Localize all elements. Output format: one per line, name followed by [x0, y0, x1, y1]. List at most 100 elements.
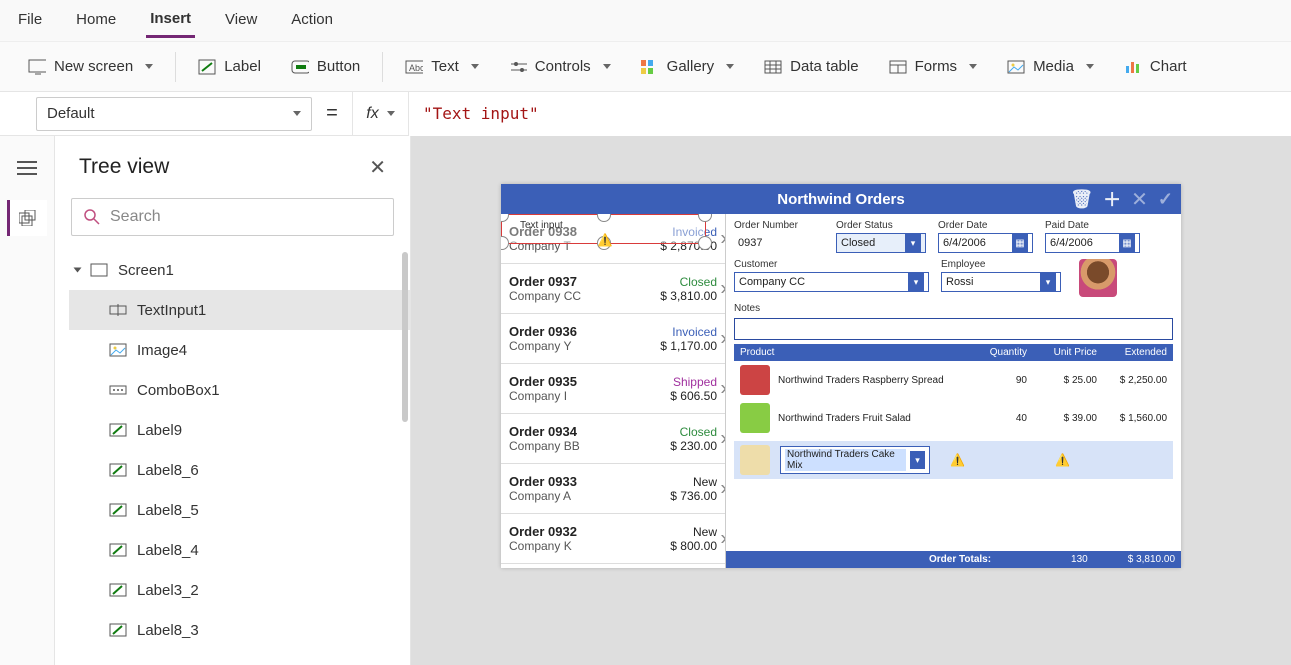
fx-button[interactable]: fx	[352, 92, 408, 136]
order-totals-bar: Order Totals: 130 $ 3,810.00	[726, 551, 1181, 568]
tree-item-label: Label8_4	[137, 542, 199, 559]
text-button[interactable]: Abc Text	[391, 52, 493, 82]
menu-insert[interactable]: Insert	[146, 4, 195, 38]
trash-icon[interactable]: 🗑	[1070, 189, 1093, 210]
resize-handle[interactable]	[501, 214, 509, 222]
tree-item-label8-6[interactable]: Label8_6	[69, 450, 410, 490]
button-button[interactable]: Button	[277, 52, 374, 82]
customer-dropdown[interactable]: Company CC▾	[734, 272, 929, 292]
controls-button[interactable]: Controls	[495, 52, 625, 82]
order-number-label: Order Number	[734, 220, 824, 231]
totals-label: Order Totals:	[929, 554, 991, 565]
employee-label: Employee	[941, 259, 1061, 270]
left-rail	[0, 136, 55, 665]
product-row[interactable]: Northwind Traders Fruit Salad 40 $ 39.00…	[734, 399, 1173, 437]
product-qty: 90	[967, 375, 1027, 386]
tree-item-label8-3[interactable]: Label8_3	[69, 610, 410, 650]
chevron-down-icon	[1086, 64, 1094, 69]
app-title: Northwind Orders	[777, 191, 905, 208]
order-company: Company A	[509, 489, 577, 503]
totals-qty: 130	[1071, 554, 1088, 565]
totals-ext: $ 3,810.00	[1128, 554, 1175, 565]
forms-button[interactable]: Forms	[875, 52, 992, 82]
resize-handle[interactable]	[597, 214, 611, 222]
new-screen-label: New screen	[54, 58, 133, 75]
chevron-down-icon	[387, 111, 395, 116]
tree-list: Screen1 TextInput1 Image4 ComboBox1 Labe…	[55, 246, 410, 656]
paid-date-picker[interactable]: 6/4/2006▦	[1045, 233, 1140, 253]
order-date-picker[interactable]: 6/4/2006▦	[938, 233, 1033, 253]
image-icon	[109, 343, 127, 357]
tree-item-label: TextInput1	[137, 302, 206, 319]
media-button[interactable]: Media	[993, 52, 1108, 82]
notes-label: Notes	[734, 303, 1173, 314]
employee-dropdown[interactable]: Rossi▾	[941, 272, 1061, 292]
label-icon	[109, 623, 127, 637]
label-icon	[198, 58, 216, 76]
selected-textinput-overlay[interactable]: Text input ⚠️	[501, 214, 706, 244]
data-table-button[interactable]: Data table	[750, 52, 872, 82]
warning-icon: ⚠️	[598, 233, 613, 247]
chart-button[interactable]: Chart	[1110, 52, 1201, 82]
label-icon	[109, 543, 127, 557]
order-list[interactable]: Text input ⚠️ Order 0938Company T Invoic…	[501, 214, 726, 568]
tree-view-panel: Tree view ✕ Search Screen1 TextInput1 Im…	[55, 136, 411, 665]
menu-home[interactable]: Home	[72, 5, 120, 36]
tree-screen-node[interactable]: Screen1	[69, 250, 410, 290]
text-icon: Abc	[405, 58, 423, 76]
tree-view-rail-button[interactable]	[7, 200, 47, 236]
label-button[interactable]: Label	[184, 52, 275, 82]
tree-item-label9[interactable]: Label9	[69, 410, 410, 450]
col-unitprice: Unit Price	[1027, 347, 1097, 358]
order-list-item[interactable]: Order 0932Company K New$ 800.00 ›	[501, 514, 725, 564]
caret-icon	[74, 268, 82, 273]
order-status-dropdown[interactable]: Closed▾	[836, 233, 926, 253]
scrollbar[interactable]	[402, 252, 408, 422]
cancel-icon[interactable]: ✕	[1131, 187, 1148, 212]
menu-action[interactable]: Action	[287, 5, 337, 36]
app-header: Northwind Orders 🗑 ＋ ✕ ✓	[501, 184, 1181, 214]
controls-icon	[509, 58, 527, 76]
order-number: Order 0933	[509, 474, 577, 489]
product-table-header: Product Quantity Unit Price Extended	[734, 344, 1173, 361]
order-list-item[interactable]: Order 0934Company BB Closed$ 230.00 ›	[501, 414, 725, 464]
ribbon: New screen Label Button Abc Text Control…	[0, 42, 1291, 92]
chevron-down-icon	[145, 64, 153, 69]
formula-input[interactable]: "Text input"	[408, 92, 1291, 136]
product-row[interactable]: Northwind Traders Raspberry Spread 90 $ …	[734, 361, 1173, 399]
new-product-dropdown[interactable]: Northwind Traders Cake Mix▾	[780, 446, 930, 474]
new-screen-button[interactable]: New screen	[14, 52, 167, 82]
order-list-item[interactable]: Order 0935Company I Shipped$ 606.50 ›	[501, 364, 725, 414]
controls-label: Controls	[535, 58, 591, 75]
canvas[interactable]: Northwind Orders 🗑 ＋ ✕ ✓ Text input	[411, 136, 1291, 665]
order-list-item[interactable]: Order 0937Company CC Closed$ 3,810.00 ›	[501, 264, 725, 314]
text-label: Text	[431, 58, 459, 75]
plus-icon[interactable]: ＋	[1103, 186, 1121, 212]
order-detail-pane: Order Number 0937 Order Status Closed▾ O…	[726, 214, 1181, 568]
tree-item-label8-5[interactable]: Label8_5	[69, 490, 410, 530]
order-list-item[interactable]: Order 0936Company Y Invoiced$ 1,170.00 ›	[501, 314, 725, 364]
screen-icon	[90, 263, 108, 277]
product-name: Northwind Traders Raspberry Spread	[778, 375, 967, 386]
menu-view[interactable]: View	[221, 5, 261, 36]
property-selector[interactable]: Default	[36, 97, 312, 131]
tree-search-input[interactable]: Search	[71, 198, 394, 236]
chevron-down-icon	[293, 111, 301, 116]
notes-input[interactable]	[734, 318, 1173, 340]
resize-handle[interactable]	[698, 236, 712, 250]
hamburger-button[interactable]	[7, 150, 47, 186]
tree-item-label3-2[interactable]: Label3_2	[69, 570, 410, 610]
gallery-button[interactable]: Gallery	[627, 52, 749, 82]
button-icon	[291, 58, 309, 76]
tree-item-textinput1[interactable]: TextInput1	[69, 290, 410, 330]
tree-item-combobox1[interactable]: ComboBox1	[69, 370, 410, 410]
button-label: Button	[317, 58, 360, 75]
order-list-item[interactable]: Order 0933Company A New$ 736.00 ›	[501, 464, 725, 514]
tree-item-image4[interactable]: Image4	[69, 330, 410, 370]
svg-text:Abc: Abc	[409, 63, 423, 73]
close-icon[interactable]: ✕	[369, 155, 386, 180]
menu-file[interactable]: File	[14, 5, 46, 36]
check-icon[interactable]: ✓	[1158, 189, 1173, 210]
chevron-down-icon	[969, 64, 977, 69]
tree-item-label8-4[interactable]: Label8_4	[69, 530, 410, 570]
